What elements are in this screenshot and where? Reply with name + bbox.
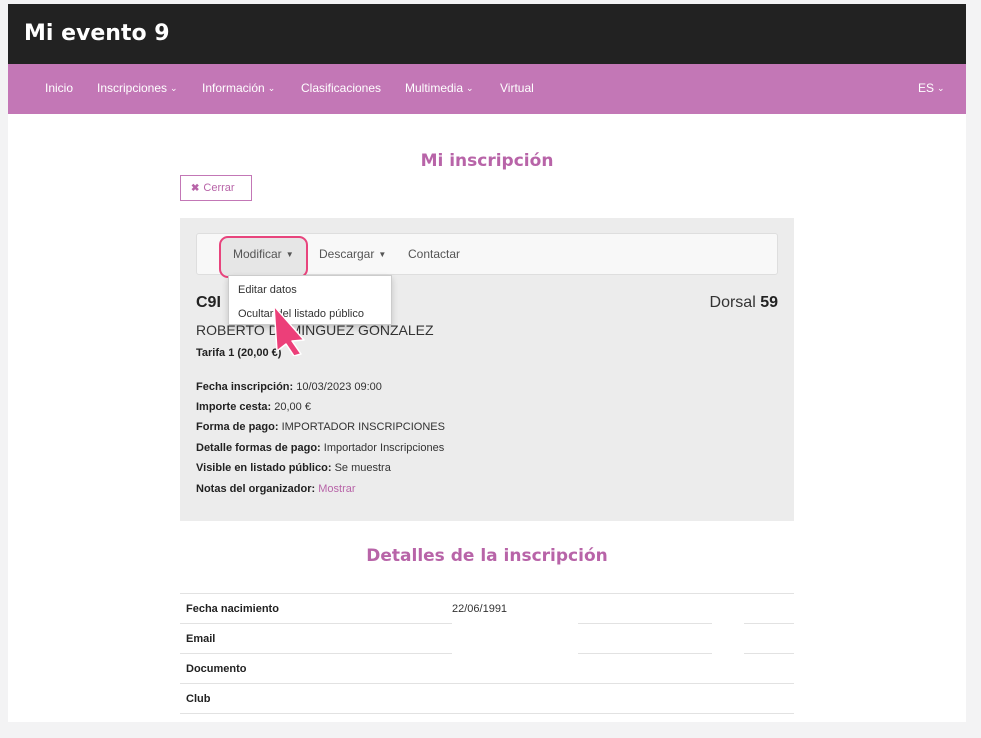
language-selector[interactable]: ES ⌄ — [918, 81, 945, 95]
chevron-down-icon: ⌄ — [170, 83, 178, 93]
nav-item-inicio[interactable]: Inicio — [45, 81, 73, 95]
table-row: Fecha nacimiento 22/06/1991 — [180, 593, 794, 623]
tab-label: Descargar — [319, 247, 375, 261]
row-label: Fecha nacimiento — [186, 603, 279, 615]
top-header: Mi evento 9 — [8, 4, 966, 64]
info-value: Se muestra — [334, 462, 391, 474]
info-value: 10/03/2023 09:00 — [296, 381, 382, 393]
close-button[interactable]: ✖ Cerrar — [180, 175, 252, 201]
details-heading: Detalles de la inscripción — [366, 546, 608, 566]
nav-label: Clasificaciones — [301, 81, 382, 95]
info-registration-date: Fecha inscripción: 10/03/2023 09:00 — [196, 381, 382, 393]
table-row — [180, 713, 794, 722]
table-row: Club — [180, 683, 794, 713]
menu-item-edit-data[interactable]: Editar datos — [238, 284, 297, 296]
details-table: Fecha nacimiento 22/06/1991 Email Documen… — [180, 593, 794, 722]
info-label: Detalle formas de pago: — [196, 442, 321, 454]
action-tabbar: Modificar ▼ Descargar ▼ Contactar — [196, 233, 778, 278]
nav-item-inscripciones[interactable]: Inscripciones ⌄ — [97, 81, 178, 95]
nav-label: Inscripciones — [97, 81, 168, 95]
tab-label: Modificar — [233, 247, 282, 261]
chevron-down-icon: ⌄ — [466, 83, 474, 93]
chevron-down-icon: ⌄ — [267, 83, 276, 93]
main-nav: Inicio Inscripciones ⌄ Información ⌄ Clasi… — [8, 64, 966, 114]
nav-item-virtual[interactable]: Virtual — [500, 81, 534, 95]
dorsal-label: Dorsal — [709, 294, 756, 311]
nav-item-informacion[interactable]: Información ⌄ — [202, 81, 275, 95]
redacted-block — [452, 623, 578, 683]
info-label: Notas del organizador: — [196, 483, 316, 495]
row-label: Club — [186, 693, 211, 705]
info-value: 20,00 € — [274, 401, 311, 413]
show-notes-link[interactable]: Mostrar — [318, 483, 355, 495]
info-payment-method: Forma de pago: IMPORTADOR INSCRIPCIONES — [196, 421, 445, 433]
row-label: Email — [186, 633, 216, 645]
tab-contact[interactable]: Contactar — [408, 247, 460, 261]
info-public-visibility: Visible en listado público: Se muestra — [196, 462, 391, 474]
registration-code: C9I — [196, 294, 221, 311]
info-label: Forma de pago: — [196, 421, 279, 433]
tab-label: Contactar — [408, 247, 461, 261]
row-label: Documento — [186, 663, 247, 675]
tab-download[interactable]: Descargar ▼ — [319, 247, 386, 261]
dorsal-number: 59 — [760, 294, 778, 311]
app-frame: Mi evento 9 Inicio Inscripciones ⌄ Inform… — [8, 4, 966, 722]
nav-label: Virtual — [500, 81, 534, 95]
chevron-down-icon: ⌄ — [937, 83, 945, 93]
registration-panel: Modificar ▼ Descargar ▼ Contactar C9I Dors… — [180, 218, 794, 521]
info-label: Visible en listado público: — [196, 462, 332, 474]
row-value: 22/06/1991 — [452, 603, 508, 615]
language-label: ES — [918, 81, 935, 95]
tariff: Tarifa 1 (20,00 €) — [196, 347, 282, 359]
nav-label: Inicio — [45, 81, 74, 95]
redacted-block — [712, 623, 744, 683]
nav-label: Multimedia — [405, 81, 464, 95]
tab-modify[interactable]: Modificar ▼ — [233, 247, 294, 261]
info-label: Fecha inscripción: — [196, 381, 294, 393]
nav-item-multimedia[interactable]: Multimedia ⌄ — [405, 81, 474, 95]
nav-item-clasificaciones[interactable]: Clasificaciones — [301, 81, 381, 95]
info-value: Importador Inscripciones — [323, 442, 445, 454]
dorsal: Dorsal 59 — [710, 294, 778, 312]
caret-down-icon: ▼ — [285, 250, 294, 259]
info-value: IMPORTADOR INSCRIPCIONES — [281, 421, 445, 433]
info-basket-amount: Importe cesta: 20,00 € — [196, 401, 311, 413]
pointer-cursor-icon — [273, 305, 305, 356]
close-icon: ✖ — [191, 183, 200, 194]
nav-label: Información — [202, 81, 265, 95]
caret-down-icon: ▼ — [378, 250, 387, 259]
page-title: Mi inscripción — [420, 151, 554, 171]
event-title: Mi evento 9 — [24, 21, 170, 46]
info-label: Importe cesta: — [196, 401, 272, 413]
close-label: Cerrar — [203, 182, 235, 194]
info-payment-detail: Detalle formas de pago: Importador Inscr… — [196, 442, 444, 454]
info-organizer-notes: Notas del organizador: Mostrar — [196, 483, 356, 495]
